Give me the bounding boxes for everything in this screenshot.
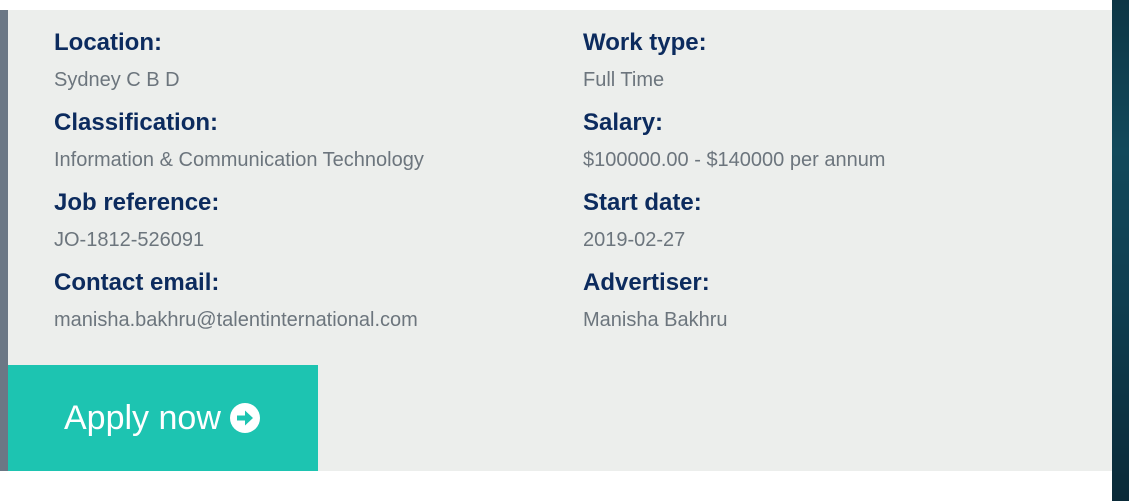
- work-type-value: Full Time: [583, 69, 665, 91]
- location-field: Location: Sydney C B D: [54, 26, 424, 106]
- job-reference-label: Job reference:: [54, 189, 220, 216]
- details-column-right: Work type: Full Time Salary: $100000.00 …: [583, 26, 885, 346]
- start-date-value: 2019-02-27: [583, 229, 686, 251]
- job-reference-value: JO-1812-526091: [54, 229, 205, 251]
- salary-label: Salary:: [583, 109, 664, 136]
- work-type-label: Work type:: [583, 29, 707, 56]
- apply-now-button[interactable]: Apply now: [8, 365, 318, 471]
- arrow-circle-right-icon: [229, 402, 261, 434]
- classification-field: Classification: Information & Communicat…: [54, 106, 424, 186]
- job-reference-field: Job reference: JO-1812-526091: [54, 186, 424, 266]
- contact-email-field: Contact email: manisha.bakhru@talentinte…: [54, 266, 424, 346]
- apply-now-label: Apply now: [64, 399, 221, 437]
- classification-label: Classification:: [54, 109, 219, 136]
- location-value: Sydney C B D: [54, 69, 180, 91]
- details-column-left: Location: Sydney C B D Classification: I…: [54, 26, 424, 346]
- panel-accent-bar: [0, 10, 8, 471]
- background-image: [1112, 0, 1129, 501]
- advertiser-label: Advertiser:: [583, 269, 710, 296]
- salary-field: Salary: $100000.00 - $140000 per annum: [583, 106, 885, 186]
- advertiser-value: Manisha Bakhru: [583, 309, 728, 331]
- location-label: Location:: [54, 29, 162, 56]
- salary-value: $100000.00 - $140000 per annum: [583, 149, 886, 171]
- job-page: Location: Sydney C B D Classification: I…: [0, 0, 1129, 501]
- work-type-field: Work type: Full Time: [583, 26, 885, 106]
- start-date-label: Start date:: [583, 189, 702, 216]
- contact-email-label: Contact email:: [54, 269, 220, 296]
- advertiser-field: Advertiser: Manisha Bakhru: [583, 266, 885, 346]
- start-date-field: Start date: 2019-02-27: [583, 186, 885, 266]
- contact-email-value: manisha.bakhru@talentinternational.com: [54, 309, 418, 331]
- classification-value: Information & Communication Technology: [54, 149, 424, 171]
